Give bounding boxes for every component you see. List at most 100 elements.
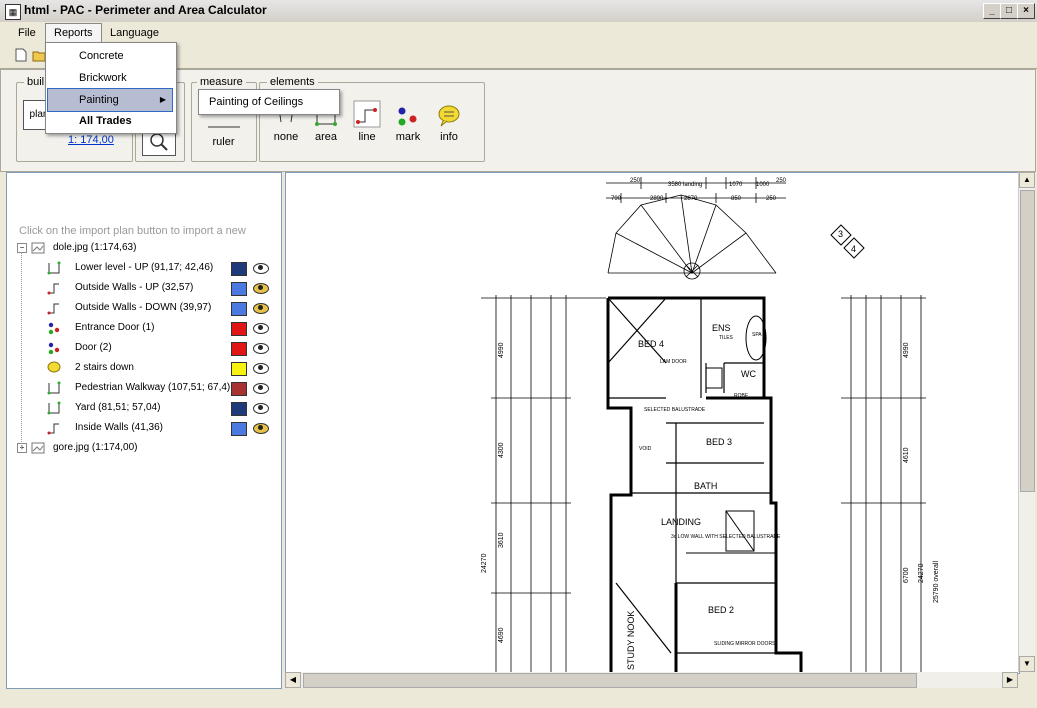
scroll-right-icon[interactable]: ▶: [1002, 672, 1018, 688]
tree-row[interactable]: Door (2): [7, 338, 281, 358]
menu-item-concrete[interactable]: Concrete: [79, 45, 124, 67]
tree-row[interactable]: Lower level - UP (91,17; 42,46): [7, 258, 281, 278]
menu-language[interactable]: Language: [102, 24, 167, 42]
tool-mark[interactable]: mark: [388, 104, 428, 143]
plan-canvas[interactable]: 250 3580 landing 1070 1000 250 790 2890 …: [285, 172, 1020, 674]
color-swatch[interactable]: [231, 342, 247, 356]
vertical-scrollbar[interactable]: ▲ ▼: [1018, 172, 1035, 672]
tree-row[interactable]: Outside Walls - DOWN (39,97): [7, 298, 281, 318]
menu-item-painting[interactable]: Painting ▶: [47, 88, 173, 112]
label-low-wall: 3c LOW WALL WITH SELECTED BALUSTRADE: [671, 534, 781, 540]
measure-group-label: measure: [197, 76, 246, 88]
line-icon: [353, 100, 381, 128]
room-bath: BATH: [694, 481, 717, 491]
horizontal-scrollbar[interactable]: ◀ ▶: [285, 672, 1018, 688]
room-ens: ENS: [712, 323, 731, 333]
maximize-button[interactable]: □: [1000, 3, 1018, 19]
color-swatch[interactable]: [231, 262, 247, 276]
room-bed4: BED 4: [638, 339, 664, 349]
scroll-left-icon[interactable]: ◀: [285, 672, 301, 688]
mark-icon: [48, 322, 60, 335]
scroll-down-icon[interactable]: ▼: [1019, 656, 1035, 672]
dim-left-1: 4990: [498, 342, 505, 358]
floor-plan-drawing: 250 3580 landing 1070 1000 250 790 2890 …: [481, 177, 940, 673]
dim-right-overall: 24270: [918, 563, 925, 583]
tree-label: Lower level - UP (91,17; 42,46): [75, 262, 214, 273]
minimize-button[interactable]: _: [983, 3, 1001, 19]
menu-file[interactable]: File: [10, 24, 44, 42]
menu-reports[interactable]: Reports: [45, 23, 102, 43]
line-icon: [47, 303, 59, 315]
room-bed2: BED 2: [708, 605, 734, 615]
tree-row[interactable]: Entrance Door (1): [7, 318, 281, 338]
submenu-arrow-icon: ▶: [159, 95, 166, 104]
close-button[interactable]: ×: [1017, 3, 1035, 19]
dim-left-4: 4690: [498, 627, 505, 643]
label-spa: SPA: [752, 332, 762, 338]
scale-link[interactable]: 1: 174,00: [68, 134, 114, 146]
color-swatch[interactable]: [231, 322, 247, 336]
painting-submenu: Painting of Ceilings: [198, 89, 340, 115]
area-icon: [47, 381, 61, 395]
tree-row[interactable]: 2 stairs down: [7, 358, 281, 378]
tree-label: Pedestrian Walkway (107,51; 67,4): [75, 382, 231, 393]
visibility-eye-icon[interactable]: [253, 283, 269, 294]
room-landing: LANDING: [661, 517, 701, 527]
scroll-up-icon[interactable]: ▲: [1019, 172, 1035, 188]
color-swatch[interactable]: [231, 422, 247, 436]
tree-row[interactable]: Pedestrian Walkway (107,51; 67,4): [7, 378, 281, 398]
room-study-nook: STUDY NOOK: [626, 611, 636, 670]
room-bed3: BED 3: [706, 437, 732, 447]
visibility-eye-icon[interactable]: [253, 303, 269, 314]
tree-row[interactable]: Inside Walls (41,36): [7, 418, 281, 438]
tool-line[interactable]: line: [347, 100, 387, 143]
visibility-eye-icon[interactable]: [253, 423, 269, 434]
area-icon: [47, 401, 61, 415]
visibility-eye-icon[interactable]: [253, 263, 269, 274]
marker-4: 4: [851, 244, 856, 254]
color-swatch[interactable]: [231, 302, 247, 316]
horizontal-scroll-thumb[interactable]: [303, 673, 917, 688]
label-selected-balustrade: SELECTED BALUSTRADE: [644, 407, 706, 413]
dim-top-1: 250: [630, 178, 641, 184]
info-bubble-icon: [438, 105, 460, 127]
label-robe: ROBE: [734, 393, 749, 399]
overall-label: 25790 overall: [933, 561, 940, 603]
tree-label: 2 stairs down: [75, 362, 134, 373]
dim-top-10: 250: [766, 196, 777, 202]
visibility-eye-icon[interactable]: [253, 323, 269, 334]
menu-item-painting-of-ceilings[interactable]: Painting of Ceilings: [209, 91, 303, 113]
open-folder-icon[interactable]: [32, 48, 46, 62]
tree-row[interactable]: + gore.jpg (1:174,00): [7, 438, 281, 458]
visibility-eye-icon[interactable]: [253, 343, 269, 354]
label-lam-door: LAM DOOR: [660, 359, 687, 365]
tree-row[interactable]: Outside Walls - UP (32,57): [7, 278, 281, 298]
reports-dropdown: Concrete Brickwork Painting ▶ All Trades: [45, 42, 177, 134]
menu-item-all-trades[interactable]: All Trades: [79, 110, 132, 132]
label-sliding-mirror: SLIDING MIRROR DOORS: [714, 641, 776, 647]
dim-top-5: 250: [776, 178, 787, 184]
dim-right-2: 4610: [903, 447, 910, 463]
tree-row[interactable]: − dole.jpg (1:174,63): [7, 238, 281, 258]
color-swatch[interactable]: [231, 362, 247, 376]
tool-area-label: area: [314, 131, 338, 143]
dim-right-3: 6700: [903, 567, 910, 583]
menu-item-brickwork[interactable]: Brickwork: [79, 67, 127, 89]
tree-label: Inside Walls (41,36): [75, 422, 163, 433]
color-swatch[interactable]: [231, 282, 247, 296]
layers-panel: Click on the import plan button to impor…: [6, 172, 282, 689]
tool-info[interactable]: info: [429, 104, 469, 143]
color-swatch[interactable]: [231, 382, 247, 396]
tree-row[interactable]: Yard (81,51; 57,04): [7, 398, 281, 418]
dim-left-2: 4300: [498, 442, 505, 458]
visibility-eye-icon[interactable]: [253, 363, 269, 374]
tree-label: Door (2): [75, 342, 112, 353]
vertical-scroll-thumb[interactable]: [1020, 190, 1035, 492]
visibility-eye-icon[interactable]: [253, 383, 269, 394]
marker-3: 3: [838, 229, 843, 239]
dim-left-3: 3610: [498, 532, 505, 548]
ruler-tool[interactable]: ruler: [196, 122, 251, 148]
visibility-eye-icon[interactable]: [253, 403, 269, 414]
color-swatch[interactable]: [231, 402, 247, 416]
new-file-icon[interactable]: [14, 48, 28, 62]
